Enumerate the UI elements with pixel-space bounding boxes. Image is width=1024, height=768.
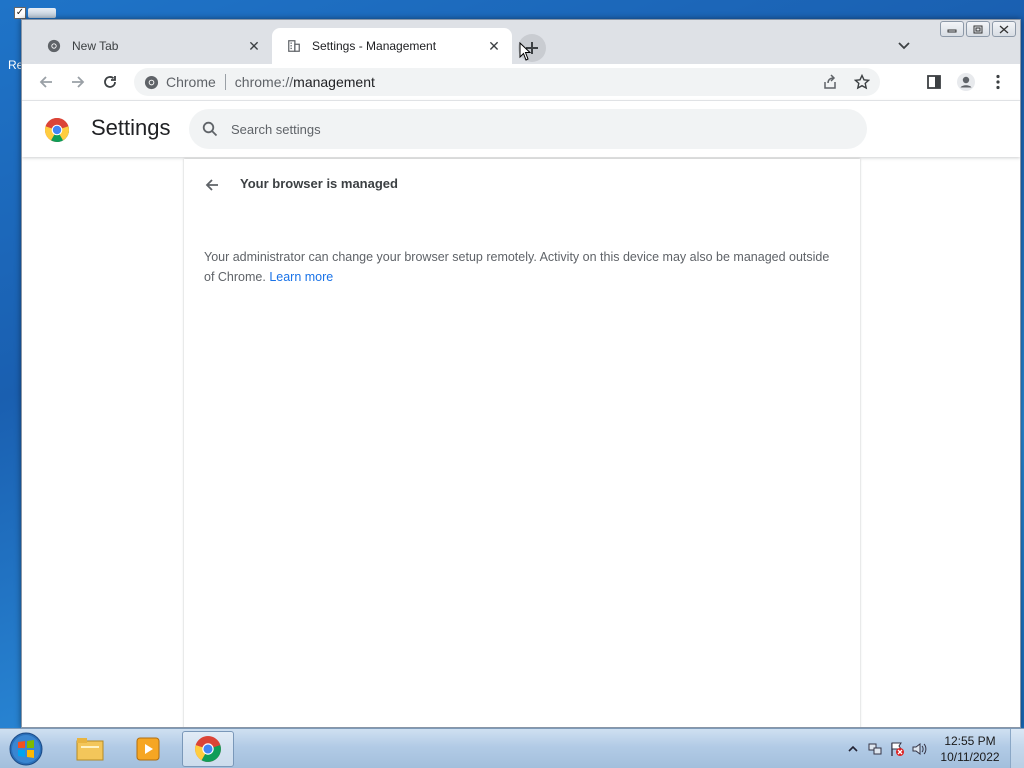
taskbar: 12:55 PM 10/11/2022	[0, 728, 1024, 768]
volume-icon[interactable]	[908, 738, 930, 760]
chrome-icon	[195, 736, 221, 762]
taskbar-chrome[interactable]	[182, 731, 234, 767]
side-panel-icon	[927, 75, 941, 89]
menu-button[interactable]	[984, 68, 1012, 96]
side-panel-button[interactable]	[920, 68, 948, 96]
action-center-flag-icon[interactable]	[886, 738, 908, 760]
chevron-down-icon	[898, 42, 910, 50]
start-button[interactable]	[6, 731, 46, 767]
windows-logo-icon	[9, 732, 43, 766]
reload-icon	[104, 76, 116, 88]
reload-button[interactable]	[96, 68, 124, 96]
tab-close-icon[interactable]: ✕	[246, 38, 262, 54]
learn-more-link[interactable]: Learn more	[269, 270, 333, 284]
omnibox-actions	[816, 68, 880, 96]
taskbar-clock[interactable]: 12:55 PM 10/11/2022	[930, 733, 1010, 765]
search-icon	[201, 120, 219, 138]
omnibox-divider	[224, 74, 226, 90]
clock-time: 12:55 PM	[944, 734, 996, 748]
settings-page: Settings Your browser is managed Your ad…	[22, 100, 1020, 727]
settings-header: Settings	[22, 101, 1020, 157]
avatar-icon	[957, 73, 975, 91]
recycle-bin-icon	[28, 8, 56, 18]
restore-icon	[973, 25, 983, 33]
url-scheme: chrome://	[234, 74, 294, 90]
folder-icon	[76, 738, 104, 761]
page-title: Settings	[91, 115, 171, 140]
minimize-icon	[947, 29, 957, 33]
profile-button[interactable]	[952, 68, 980, 96]
arrow-left-icon	[205, 179, 218, 191]
desktop-recycle-bin[interactable]: ✓	[14, 6, 56, 20]
back-button[interactable]	[32, 68, 60, 96]
tab-new-tab[interactable]: New Tab ✕	[32, 28, 272, 64]
arrow-right-icon	[72, 76, 85, 88]
search-input[interactable]	[231, 121, 831, 137]
management-card: Your browser is managed Your administrat…	[184, 159, 860, 727]
building-icon	[286, 38, 302, 54]
site-chip[interactable]: Chrome	[166, 74, 216, 90]
browser-toolbar: Chrome chrome:// management	[22, 64, 1020, 100]
chevron-up-icon	[848, 745, 858, 752]
share-button[interactable]	[816, 68, 844, 96]
more-vert-icon	[996, 74, 1000, 90]
tab-title: Settings - Management	[312, 39, 437, 53]
management-description: Your administrator can change your brows…	[204, 247, 834, 287]
bookmark-button[interactable]	[848, 68, 876, 96]
forward-button[interactable]	[64, 68, 92, 96]
management-heading: Your browser is managed	[240, 176, 398, 191]
share-icon	[824, 74, 836, 89]
close-window-button[interactable]	[992, 21, 1016, 37]
system-tray: 12:55 PM 10/11/2022	[842, 729, 1024, 768]
window-controls	[940, 21, 1016, 37]
close-icon	[999, 25, 1009, 33]
minimize-button[interactable]	[940, 21, 964, 37]
tab-strip: New Tab ✕ Settings - Management ✕	[22, 20, 1020, 64]
tab-search-button[interactable]	[894, 36, 914, 56]
arrow-left-icon	[39, 76, 52, 88]
back-arrow-button[interactable]	[202, 175, 222, 195]
network-icon[interactable]	[864, 738, 886, 760]
address-bar[interactable]: Chrome chrome:// management	[134, 68, 880, 96]
settings-search	[189, 109, 867, 149]
tab-close-icon[interactable]: ✕	[486, 38, 502, 54]
show-desktop-button[interactable]	[1010, 729, 1024, 768]
star-icon	[854, 74, 870, 90]
show-hidden-icons-button[interactable]	[842, 738, 864, 760]
browser-window: New Tab ✕ Settings - Management ✕ Chrome…	[21, 19, 1021, 728]
chrome-logo-icon	[44, 117, 70, 143]
checkbox-icon: ✓	[14, 7, 26, 19]
restore-button[interactable]	[966, 21, 990, 37]
taskbar-explorer[interactable]	[64, 731, 116, 767]
tab-title: New Tab	[72, 39, 119, 53]
media-player-icon	[136, 737, 160, 761]
chrome-icon	[46, 38, 62, 54]
chrome-icon	[142, 73, 160, 91]
tab-settings-management[interactable]: Settings - Management ✕	[272, 28, 512, 64]
url-host: management	[293, 74, 375, 90]
taskbar-media-player[interactable]	[122, 731, 174, 767]
clock-date: 10/11/2022	[940, 750, 1000, 764]
